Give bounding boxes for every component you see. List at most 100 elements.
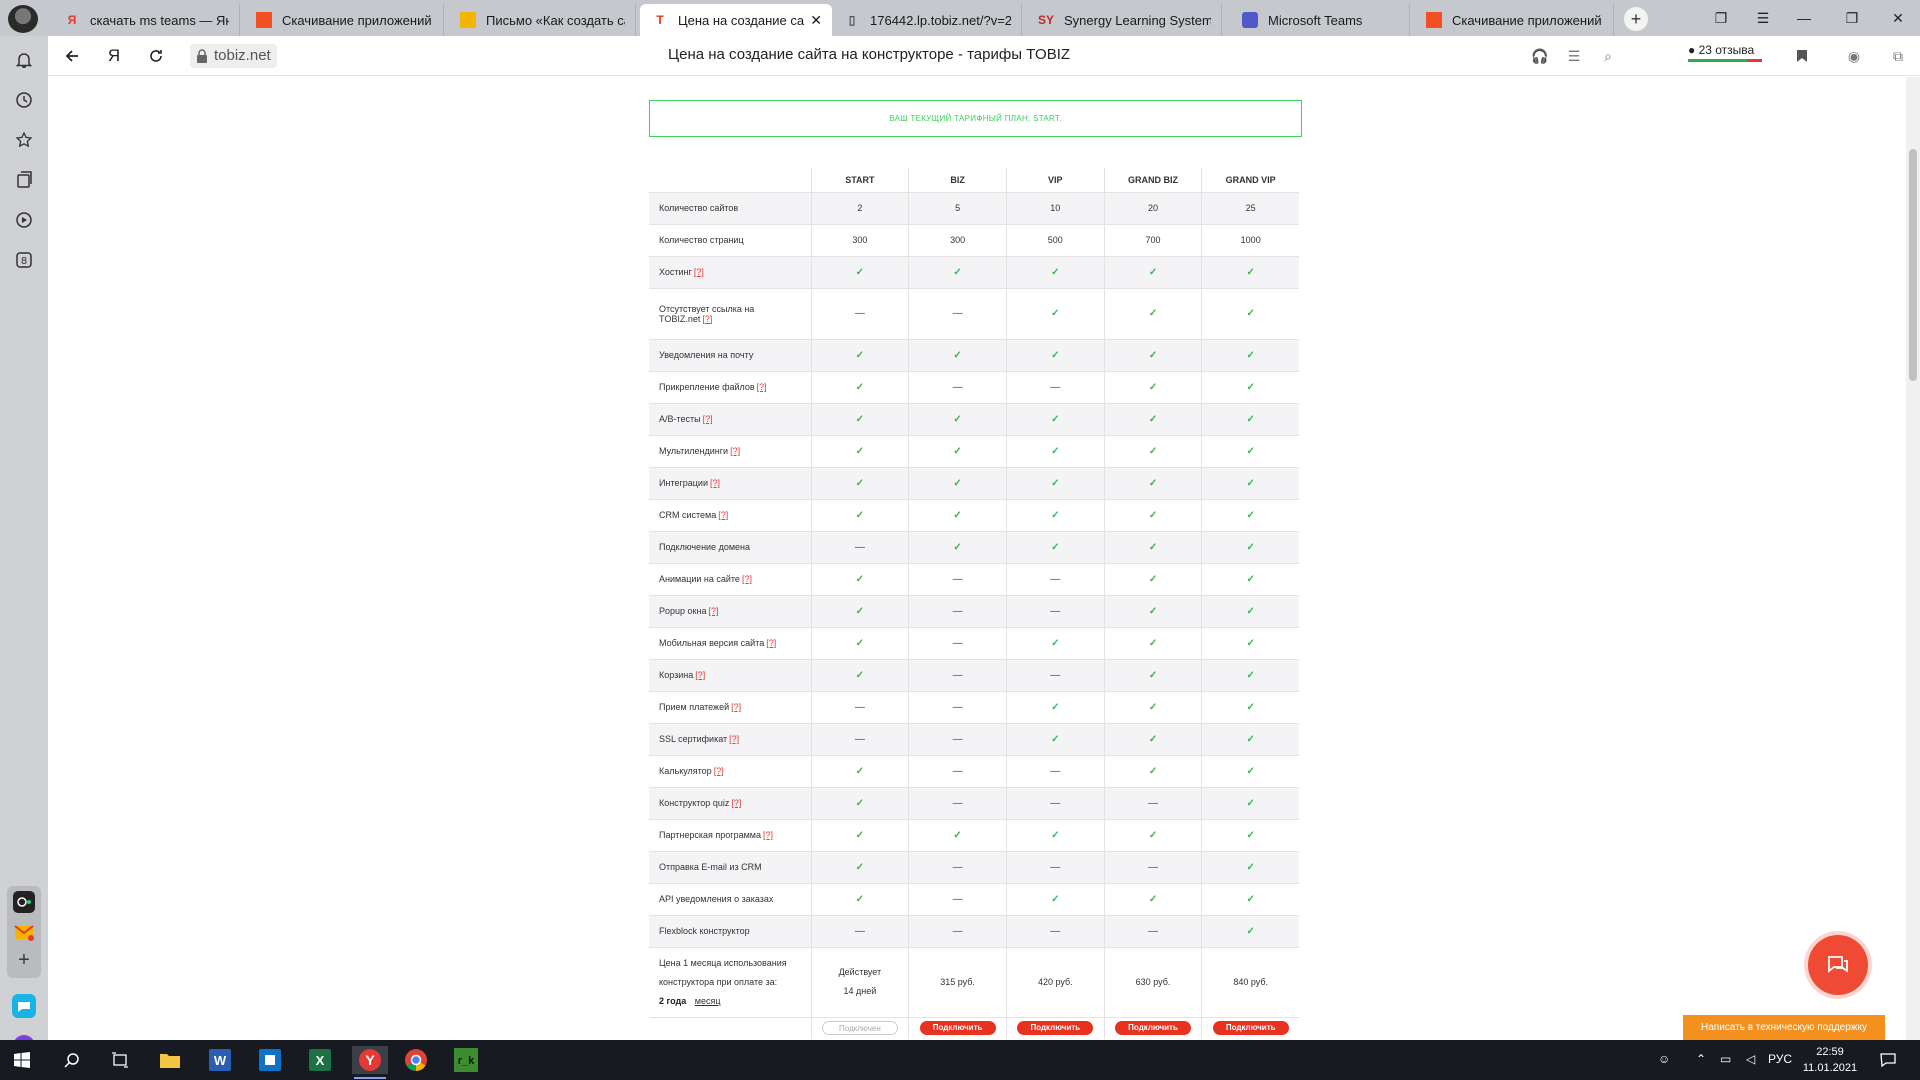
video-play-icon[interactable] [12,208,36,232]
language-indicator[interactable]: РУС [1768,1052,1792,1066]
chrome-icon[interactable] [402,1046,430,1074]
search-icon[interactable]: ⌕ [1598,46,1618,66]
rk-app-icon[interactable]: r_k [452,1046,480,1074]
reload-icon[interactable] [144,44,168,68]
plan-cell: ✓ [1103,498,1202,531]
reader-mode-icon[interactable]: ☰ [1564,46,1584,66]
volume-icon[interactable]: ◁ [1746,1052,1755,1066]
excel-icon[interactable]: X [306,1046,334,1074]
price-unit[interactable]: месяц [695,996,721,1006]
price-period[interactable]: 2 года [659,996,686,1006]
connect-button-vip[interactable]: Подключить [1017,1021,1094,1036]
close-tab-icon[interactable]: ✕ [810,12,822,29]
browser-tab[interactable]: Скачивание приложений [244,4,444,36]
url-field[interactable]: tobiz.net [190,44,277,68]
browser-tab[interactable]: Microsoft Teams [1230,4,1410,36]
alice-app-icon[interactable] [12,890,36,914]
network-icon[interactable]: ▭ [1720,1052,1731,1066]
back-arrow-icon[interactable] [60,44,84,68]
help-tooltip-icon[interactable]: [?] [694,267,704,277]
connect-button-grand-biz[interactable]: Подключить [1115,1021,1192,1036]
help-tooltip-icon[interactable]: [?] [729,734,739,744]
plan-cell: 700 [1103,223,1202,256]
history-clock-icon[interactable] [12,88,36,112]
search-icon[interactable] [58,1046,86,1074]
help-tooltip-icon[interactable]: [?] [730,446,740,456]
yandex-browser-icon[interactable]: Y [352,1046,388,1079]
restore-button[interactable]: ❐ [1838,6,1866,30]
checkmark-icon: ✓ [1051,733,1060,745]
help-tooltip-icon[interactable]: [?] [731,702,741,712]
collections-icon[interactable] [12,168,36,192]
zen-icon[interactable]: 8 [12,248,36,272]
people-icon[interactable]: ☺ [1658,1052,1670,1066]
outlook-icon[interactable] [256,1046,284,1074]
yandex-logo-icon[interactable]: Я [102,44,126,68]
chat-widget-button[interactable] [1808,935,1868,995]
plan-cell: ✓ [1103,594,1202,627]
help-tooltip-icon[interactable]: [?] [757,382,767,392]
checkmark-icon: ✓ [1051,349,1060,361]
action-center-icon[interactable] [1880,1052,1896,1071]
mail-app-icon[interactable] [12,920,36,944]
plan-cell: ✓ [1201,818,1299,851]
minimize-button[interactable]: — [1790,6,1818,30]
bookmark-icon[interactable] [1792,46,1812,66]
plan-cell: ✓ [1005,818,1105,851]
task-view-icon[interactable] [106,1046,134,1074]
scrollbar-thumb[interactable] [1909,149,1917,381]
checkmark-icon: ✓ [1246,861,1255,873]
support-button[interactable]: Написать в техническую поддержку [1683,1015,1885,1040]
help-tooltip-icon[interactable]: [?] [766,638,776,648]
help-tooltip-icon[interactable]: [?] [763,830,773,840]
page-scrollbar[interactable] [1906,77,1920,1040]
connected-button-start[interactable]: Подключен [821,1021,898,1036]
connect-button-biz[interactable]: Подключить [919,1021,996,1036]
help-tooltip-icon[interactable]: [?] [742,574,752,584]
connect-button-grand-vip[interactable]: Подключить [1212,1021,1289,1036]
collections-icon[interactable]: ❐ [1707,6,1735,30]
help-tooltip-icon[interactable]: [?] [710,478,720,488]
help-tooltip-icon[interactable]: [?] [714,766,724,776]
favorites-star-icon[interactable] [12,128,36,152]
browser-tab[interactable]: T Цена на создание сайт ✕ [640,4,832,36]
help-tooltip-icon[interactable]: [?] [695,670,705,680]
svg-text:8: 8 [21,256,27,267]
help-tooltip-icon[interactable]: [?] [708,606,718,616]
close-window-button[interactable]: ✕ [1884,6,1912,30]
plan-cell: 25 [1201,191,1299,224]
browser-tab[interactable]: Скачивание приложений [1414,4,1614,36]
plan-cell: ✓ [810,466,909,499]
reviews-badge[interactable]: ● 23 отзыва [1688,43,1762,62]
messenger-app-icon[interactable] [12,994,36,1018]
browser-tab[interactable]: SY Synergy Learning System [1026,4,1222,36]
browser-tab[interactable]: Яскачать ms teams — Яндекс [52,4,240,36]
checkmark-icon: ✓ [1051,701,1060,713]
plan-cell: ✓ [810,370,909,403]
notifications-bell-icon[interactable] [12,48,36,72]
show-hidden-icons[interactable]: ⌃ [1696,1052,1706,1066]
feature-row: Прикрепление файлов [?] ✓ — — ✓ ✓ [649,370,1299,403]
help-tooltip-icon[interactable]: [?] [703,414,713,424]
help-tooltip-icon[interactable]: [?] [731,798,741,808]
clock[interactable]: 22:59 11.01.2021 [1796,1044,1864,1076]
browser-tab[interactable]: ▯ 176442.lp.tobiz.net/?v=26 [832,4,1022,36]
feature-row: Хостинг [?] ✓ ✓ ✓ ✓ ✓ [649,255,1299,288]
help-tooltip-icon[interactable]: [?] [718,510,728,520]
protect-icon[interactable]: ◉ [1844,46,1864,66]
windows-start-icon[interactable] [8,1046,36,1074]
word-icon[interactable]: W [206,1046,234,1074]
file-explorer-icon[interactable] [156,1046,184,1074]
help-tooltip-icon[interactable]: [?] [702,314,712,324]
headphones-icon[interactable]: 🎧 [1530,46,1550,66]
plan-cell: — [908,914,1007,947]
browser-tab[interactable]: Письмо «Как создать сайт [448,4,636,36]
profile-avatar[interactable] [8,5,38,33]
plan-value: 300 [852,235,868,245]
menu-icon[interactable]: ☰ [1749,6,1777,30]
extensions-icon[interactable]: ⧉ [1888,46,1908,66]
new-tab-button[interactable]: + [1624,7,1648,31]
add-app-icon[interactable]: + [12,948,36,972]
dash-icon: — [1148,797,1159,809]
plan-cell: ✓ [1103,658,1202,691]
